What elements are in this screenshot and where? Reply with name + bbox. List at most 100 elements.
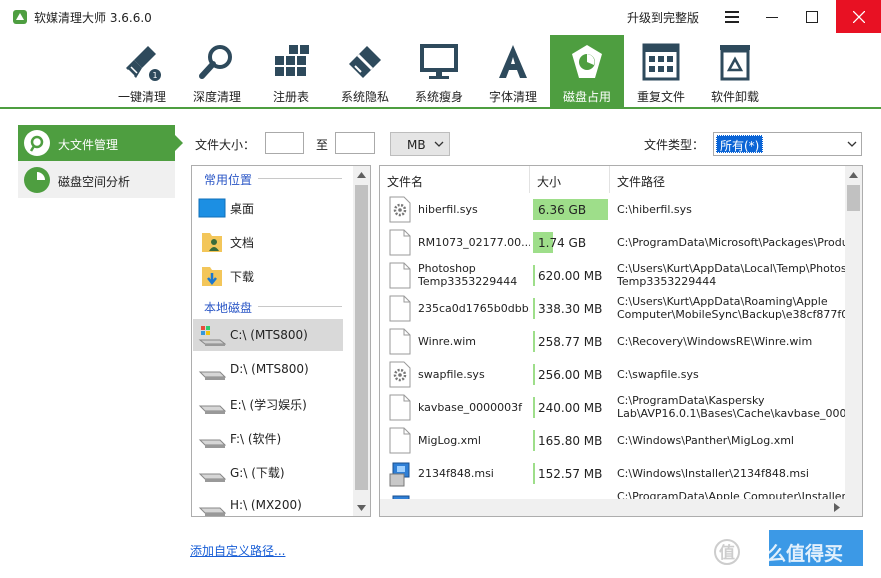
watermark-text: 什么值得买: [748, 542, 844, 565]
hamburger-icon: [725, 10, 739, 23]
large-files-icon: [24, 130, 50, 156]
disk-e[interactable]: E:\ (学习娱乐): [193, 387, 343, 419]
files-hscrollbar[interactable]: [380, 499, 845, 516]
disk-f[interactable]: F:\ (软件): [193, 421, 343, 453]
column-header-name[interactable]: 文件名: [380, 166, 530, 193]
file-path: C:\swapfile.sys: [617, 368, 699, 381]
size-min-input[interactable]: [265, 132, 304, 154]
chevron-down-icon: [357, 504, 366, 511]
file-row[interactable]: Winre.wim 258.77 MB C:\Recovery\WindowsRE\…: [380, 325, 845, 358]
scroll-up-arrow[interactable]: [353, 166, 370, 183]
size-bar: [533, 430, 535, 451]
file-size: 256.00 MB: [538, 368, 603, 382]
tool-deep-clean[interactable]: 深度清理: [180, 35, 254, 107]
nav-item-disk-analysis[interactable]: 磁盘空间分析: [18, 162, 175, 198]
nav-item-label: 磁盘空间分析: [58, 175, 131, 189]
column-header-size[interactable]: 大小: [530, 166, 610, 193]
size-bar: [533, 364, 535, 385]
tool-registry[interactable]: 注册表: [254, 35, 328, 107]
watermark: 值 什么值得买: [712, 534, 843, 570]
tool-label: 重复文件: [636, 90, 685, 104]
tool-one-click-clean[interactable]: 1 一键清理: [105, 35, 179, 107]
file-name: 235ca0d1765b0dbb...: [418, 302, 530, 315]
nav-item-large-files[interactable]: 大文件管理: [18, 125, 175, 161]
tool-uninstall[interactable]: 软件卸载: [698, 35, 772, 107]
add-custom-path-link[interactable]: 添加自定义路径...: [190, 542, 285, 559]
svg-text:值: 值: [719, 543, 735, 562]
file-path: C:\ProgramData\Microsoft\Packages\Produc…: [617, 236, 845, 249]
file-icon: [389, 427, 411, 454]
file-name: Photoshop Temp3353229444: [418, 262, 518, 288]
close-icon: [852, 10, 865, 23]
file-row[interactable]: 2134f848.msi 152.57 MB C:\Windows\Installe…: [380, 457, 845, 490]
disk-c[interactable]: C:\ (MTS800): [193, 319, 343, 351]
app-logo-icon: [13, 10, 27, 24]
chevron-up-icon: [357, 171, 366, 178]
tool-duplicate-files[interactable]: 重复文件: [624, 35, 698, 107]
tool-label: 注册表: [272, 90, 309, 104]
system-drive-icon: [198, 326, 226, 346]
size-bar: [533, 265, 535, 286]
column-header-path[interactable]: 文件路径: [610, 166, 845, 193]
file-row[interactable]: 235ca0d1765b0dbb... 338.30 MB C:\Users\Kur…: [380, 292, 845, 325]
size-bar: [533, 331, 535, 352]
scroll-thumb[interactable]: [847, 185, 860, 211]
common-locations-header: 常用位置: [204, 173, 253, 187]
size-max-input[interactable]: [335, 132, 375, 154]
file-name: hiberfil.sys: [418, 203, 478, 216]
file-icon: [389, 229, 411, 256]
close-button[interactable]: [836, 0, 881, 33]
files-scrollbar[interactable]: [845, 166, 862, 516]
file-name: MigLog.xml: [418, 434, 481, 447]
file-type-select[interactable]: 所有(*): [713, 132, 862, 156]
tool-privacy[interactable]: 系统隐私: [328, 35, 402, 107]
drive-icon: [198, 473, 226, 482]
unit-select[interactable]: MB: [390, 132, 450, 156]
scroll-down-arrow[interactable]: [353, 499, 370, 516]
tool-label: 一键清理: [117, 90, 166, 104]
locations-scrollbar[interactable]: [353, 166, 370, 516]
desktop-icon: [198, 198, 226, 218]
file-row[interactable]: Photoshop Temp3353229444 620.00 MB C:\User…: [380, 259, 845, 292]
disk-g[interactable]: G:\ (下载): [193, 455, 343, 487]
location-desktop[interactable]: 桌面: [193, 191, 343, 223]
location-documents[interactable]: 文档: [193, 225, 343, 257]
file-row[interactable]: MigLog.xml 165.80 MB C:\Windows\Panther\Mi…: [380, 424, 845, 457]
size-bar: [533, 397, 535, 418]
maximize-icon: [806, 10, 818, 23]
tool-slimming[interactable]: 系统瘦身: [402, 35, 476, 107]
file-size: 152.57 MB: [538, 467, 603, 481]
drive-icon: [198, 439, 226, 448]
file-path: C:\Users\Kurt\AppData\Roaming\Apple Comp…: [617, 295, 845, 321]
disk-label: H:\ (MX200): [230, 498, 302, 512]
maximize-button[interactable]: [792, 0, 832, 33]
location-downloads[interactable]: 下载: [193, 259, 343, 291]
file-icon: [389, 328, 411, 355]
scroll-right-arrow[interactable]: [828, 499, 845, 516]
section-divider: [258, 178, 342, 179]
tool-font-clean[interactable]: 字体清理: [476, 35, 550, 107]
file-row[interactable]: kavbase_0000003f 240.00 MB C:\ProgramData\…: [380, 391, 845, 424]
file-size: 240.00 MB: [538, 401, 603, 415]
file-row[interactable]: swapfile.sys 256.00 MB C:\swapfile.sys: [380, 358, 845, 391]
menu-button[interactable]: [712, 0, 752, 33]
file-row[interactable]: RM1073_02177.00... 1.74 GB C:\ProgramData\…: [380, 226, 845, 259]
file-name: swapfile.sys: [418, 368, 485, 381]
tool-disk-usage[interactable]: 磁盘占用: [550, 35, 624, 107]
file-name: kavbase_0000003f: [418, 401, 523, 414]
disk-d[interactable]: D:\ (MTS800): [193, 353, 343, 385]
recycle-bin-icon: [720, 45, 750, 81]
left-nav: 大文件管理 磁盘空间分析: [18, 125, 175, 198]
unit-value: MB: [407, 138, 426, 152]
scroll-thumb[interactable]: [355, 185, 368, 490]
disk-h[interactable]: H:\ (MX200): [193, 489, 343, 516]
section-divider: [258, 306, 342, 307]
file-name: RM1073_02177.00...: [418, 236, 530, 249]
file-name: Winre.wim: [418, 335, 476, 348]
system-file-icon: [389, 361, 411, 388]
file-path: C:\ProgramData\Kaspersky Lab\AVP16.0.1\B…: [617, 394, 845, 420]
scroll-up-arrow[interactable]: [845, 166, 862, 183]
file-row[interactable]: hiberfil.sys 6.36 GB C:\hiberfil.sys: [380, 193, 845, 226]
minimize-button[interactable]: [752, 0, 792, 33]
upgrade-link[interactable]: 升级到完整版: [627, 9, 699, 26]
